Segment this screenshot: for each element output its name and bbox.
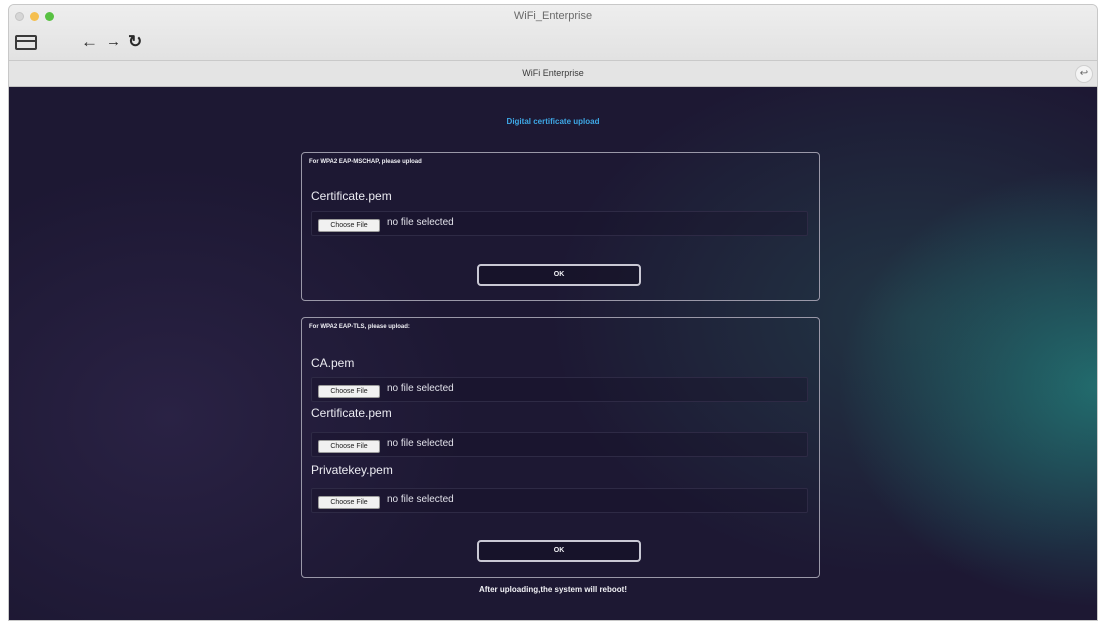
- mschap-upload-panel: For WPA2 EAP-MSCHAP, please upload Certi…: [301, 152, 820, 301]
- ca-file-input: Choose File no file selected: [311, 377, 808, 402]
- choose-file-button[interactable]: Choose File: [318, 385, 380, 398]
- certificate-file-input: Choose File no file selected: [311, 211, 808, 236]
- privatekey-label: Privatekey.pem: [311, 463, 393, 477]
- choose-file-button[interactable]: Choose File: [318, 440, 380, 453]
- page-title: Digital certificate upload: [506, 117, 600, 126]
- file-status: no file selected: [387, 438, 454, 449]
- forward-arrow-icon[interactable]: →: [106, 33, 121, 51]
- browser-window: WiFi_Enterprise ← → ↻ WiFi Enterprise ↩ …: [8, 4, 1098, 621]
- ca-label: CA.pem: [311, 356, 355, 370]
- file-status: no file selected: [387, 217, 454, 228]
- certificate-label: Certificate.pem: [311, 189, 392, 203]
- tab-bar: WiFi Enterprise ↩: [9, 61, 1097, 87]
- tls-upload-panel: For WPA2 EAP-TLS, please upload: CA.pem …: [301, 317, 820, 578]
- panel-title: For WPA2 EAP-TLS, please upload:: [309, 324, 410, 330]
- ok-button[interactable]: OK: [477, 540, 641, 562]
- back-arrow-icon[interactable]: ←: [81, 33, 98, 51]
- choose-file-button[interactable]: Choose File: [318, 219, 380, 232]
- sidebar-icon[interactable]: [15, 35, 37, 50]
- privatekey-file-input: Choose File no file selected: [311, 488, 808, 513]
- file-status: no file selected: [387, 383, 454, 394]
- reboot-note: After uploading,the system will reboot!: [478, 585, 627, 594]
- title-bar: WiFi_Enterprise ← → ↻: [9, 5, 1097, 61]
- choose-file-button[interactable]: Choose File: [318, 496, 380, 509]
- certificate-file-input: Choose File no file selected: [311, 432, 808, 457]
- page-content: Digital certificate upload For WPA2 EAP-…: [9, 87, 1097, 620]
- tab-action-icon[interactable]: ↩: [1075, 65, 1093, 83]
- tab-title[interactable]: WiFi Enterprise: [9, 68, 1097, 78]
- panel-title: For WPA2 EAP-MSCHAP, please upload: [309, 159, 422, 165]
- ok-button[interactable]: OK: [477, 264, 641, 286]
- file-status: no file selected: [387, 494, 454, 505]
- window-title: WiFi_Enterprise: [513, 10, 593, 22]
- reload-icon[interactable]: ↻: [128, 33, 142, 51]
- certificate-label: Certificate.pem: [311, 406, 392, 420]
